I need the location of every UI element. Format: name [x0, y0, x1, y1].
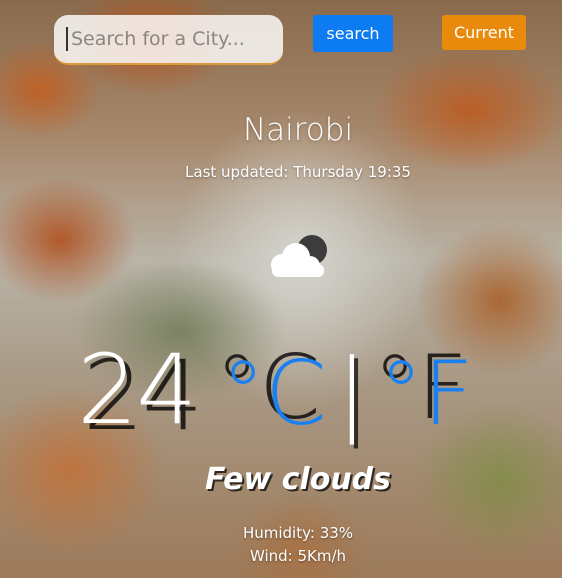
last-updated: Last updated: Thursday 19:35: [185, 163, 411, 181]
unit-separator: |: [336, 340, 367, 445]
current-location-button[interactable]: Current: [442, 15, 526, 50]
city-name: Nairobi: [242, 112, 354, 148]
fahrenheit-toggle[interactable]: °F: [379, 350, 474, 438]
temperature-row: 24 °C | °F: [77, 328, 474, 438]
humidity-text: Humidity: 33%: [242, 524, 354, 542]
search-box: [54, 15, 283, 65]
city-search-input[interactable]: [66, 27, 278, 51]
few-clouds-night-icon: [271, 235, 327, 277]
wind-text: Wind: 5Km/h: [249, 547, 347, 565]
weather-description: Few clouds: [204, 462, 392, 497]
temperature-value: 24: [77, 334, 197, 446]
celsius-toggle[interactable]: °C: [221, 350, 326, 438]
search-button[interactable]: search: [313, 15, 393, 52]
